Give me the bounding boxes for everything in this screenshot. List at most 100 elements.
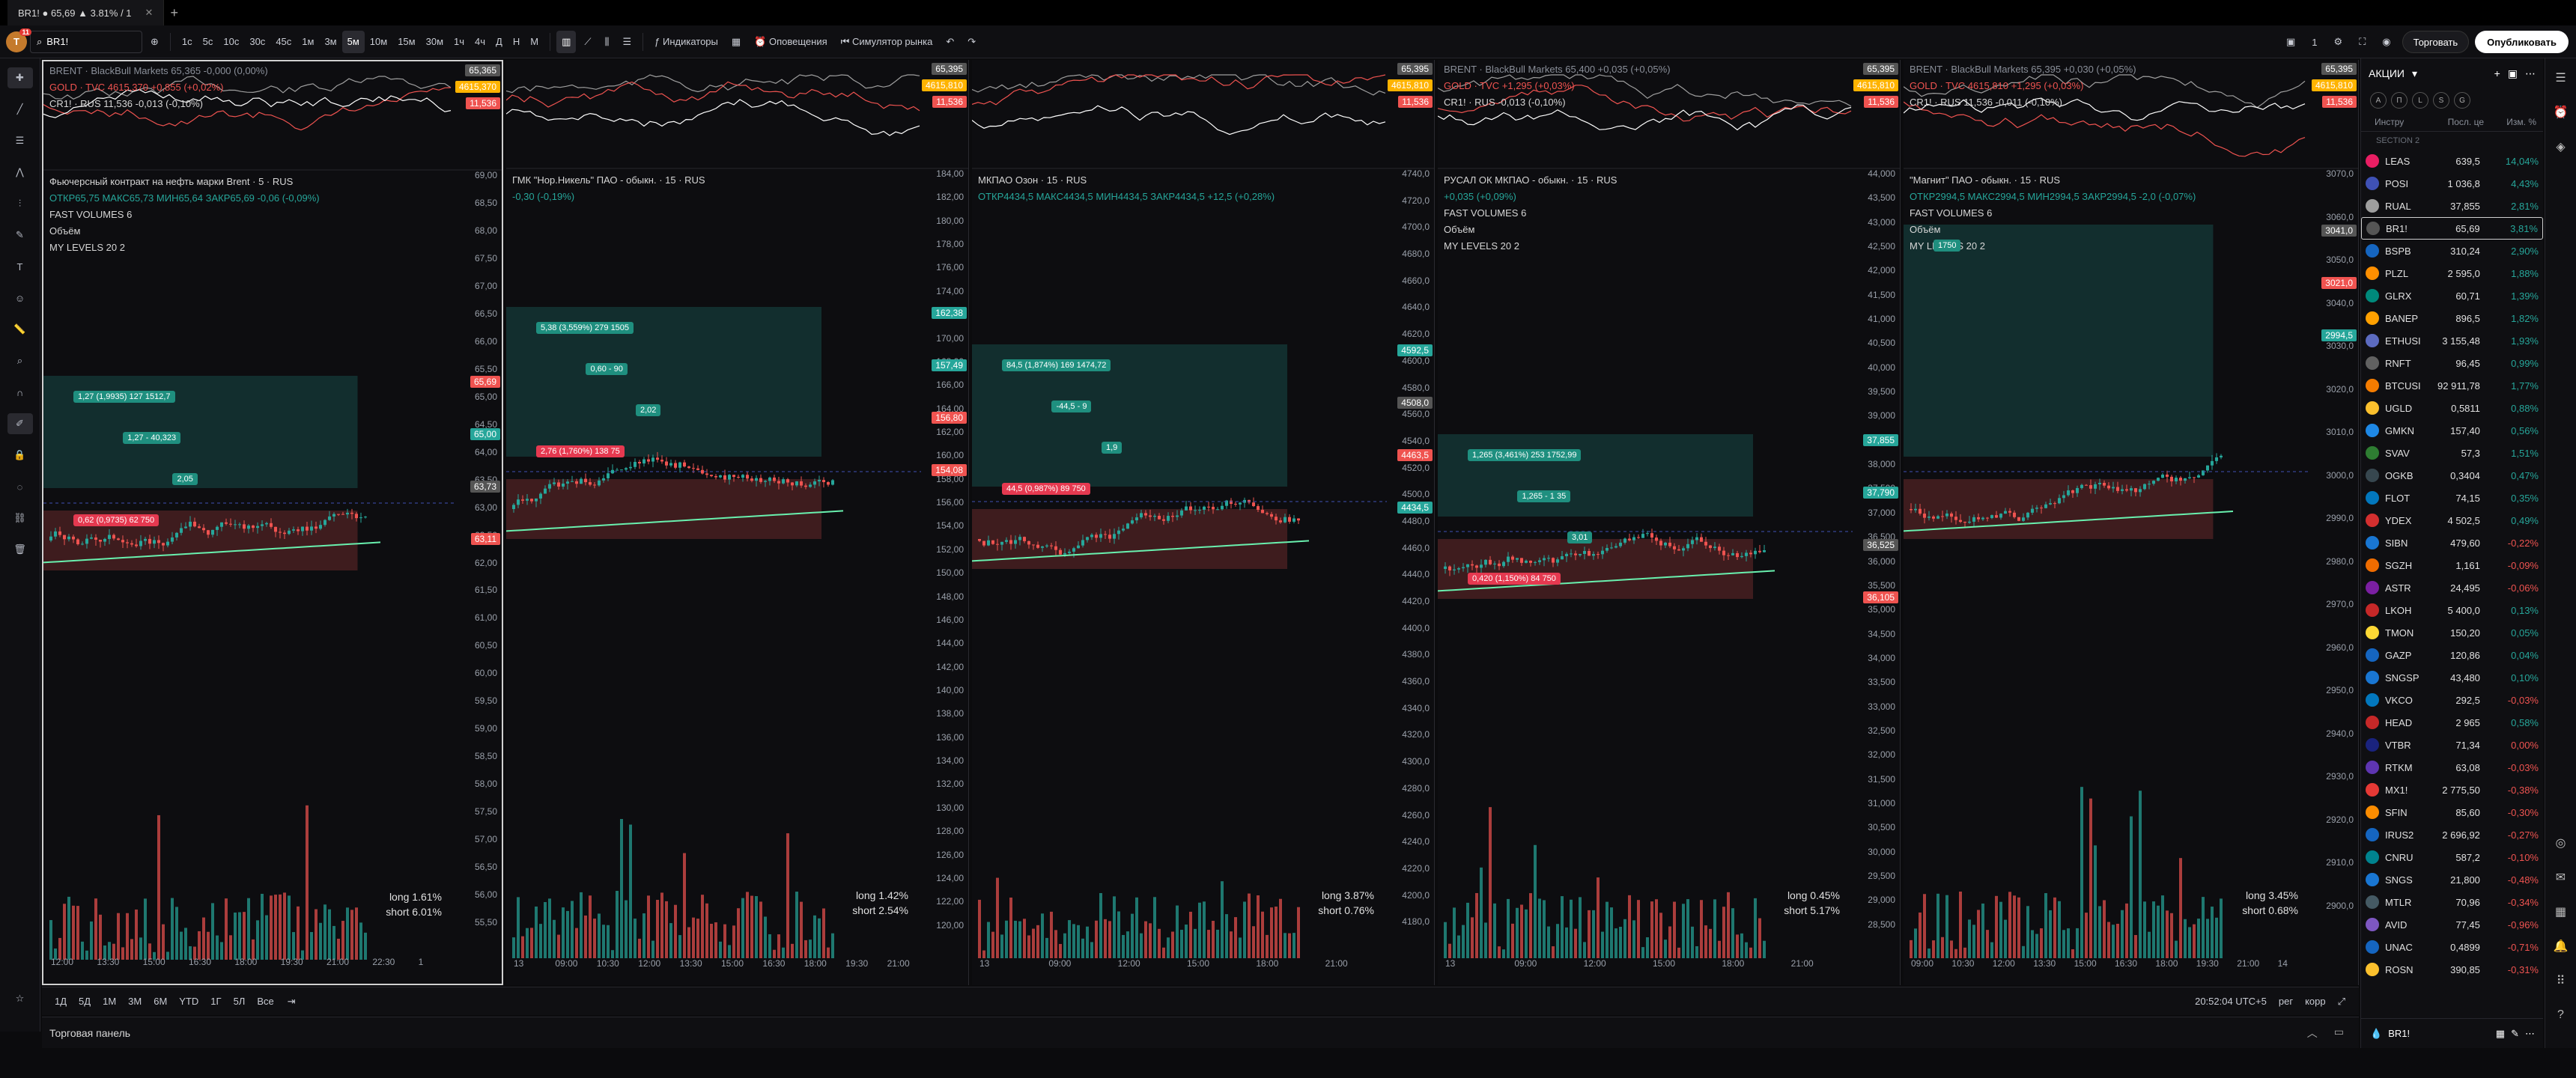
comparison-item[interactable]: BRENT · BlackBull Markets 65,400 +0,035 …	[1444, 61, 1671, 78]
crosshair-icon[interactable]: ✚	[7, 67, 33, 88]
undo-icon[interactable]: ↶	[941, 31, 959, 53]
session-toggle[interactable]: рег	[2279, 996, 2293, 1008]
watchlist-row[interactable]: SIBN 479,60 -0,22%	[2361, 532, 2543, 554]
col-last[interactable]: Посл. це	[2431, 117, 2484, 127]
position-tool-label[interactable]: 1,265 (3,461%) 253 1752,99	[1468, 449, 1582, 461]
help-icon[interactable]: ?	[2551, 1005, 2572, 1026]
watchlist-row[interactable]: AVID 77,45 -0,96%	[2361, 913, 2543, 936]
range-0[interactable]: 1Д	[49, 990, 72, 1013]
position-tool-label[interactable]: 1,27 (1,9935) 127 1512,7	[73, 391, 175, 403]
redo-icon[interactable]: ↷	[962, 31, 981, 53]
comparison-item[interactable]: CR1! · RUS -0,013 (-0,10%)	[1444, 94, 1671, 111]
trading-panel-label[interactable]: Торговая панель	[49, 1027, 130, 1039]
candles-icon[interactable]: ▥	[556, 30, 577, 53]
watchlist-row[interactable]: UGLD 0,5811 0,88%	[2361, 397, 2543, 419]
indicator-label[interactable]: Объём	[1444, 222, 1617, 238]
replay-button[interactable]: ⏮ Симулятор рынка	[836, 31, 938, 53]
alerts-button[interactable]: ⏰ Оповещения	[749, 31, 832, 53]
fib-icon[interactable]: ☰	[7, 130, 33, 151]
watchlist-row[interactable]: SFIN 85,60 -0,30%	[2361, 801, 2543, 823]
watchlist-icon[interactable]: ☰	[2551, 67, 2572, 88]
projection-icon[interactable]: ⫶	[7, 193, 33, 214]
interval-3[interactable]: 30с	[244, 31, 270, 53]
range-3[interactable]: 3М	[123, 990, 147, 1013]
magnet-icon[interactable]: ∩	[7, 382, 33, 403]
keep-drawing-icon[interactable]: ✐	[7, 413, 33, 434]
position-tool-label[interactable]: 3,01	[1567, 532, 1593, 543]
indicators-button[interactable]: ƒ Индикаторы	[649, 31, 723, 53]
interval-6[interactable]: 3м	[319, 31, 341, 53]
chart-pane-3[interactable]: МКПАО Озон · 15 · RUS ОТКР4434,5 МАКС4434…	[972, 60, 1435, 985]
range-6[interactable]: 1Г	[205, 990, 226, 1013]
templates-icon[interactable]: ☰	[617, 31, 637, 53]
interval-2[interactable]: 10с	[218, 31, 244, 53]
watchlist-row[interactable]: SNGS 21,800 -0,48%	[2361, 868, 2543, 891]
interval-8[interactable]: 10м	[365, 31, 392, 53]
chart-pane-2[interactable]: ГМК "Нор.Никель" ПАО - обыкн. · 15 · RUS…	[506, 60, 969, 985]
chat-icon[interactable]: ✉	[2551, 867, 2572, 888]
time-axis[interactable]: 13 09:00 10:30 12:00 13:30 15:00 16:30 18:00 19:…	[506, 955, 921, 972]
zoom-icon[interactable]: ⌕	[7, 350, 33, 371]
comparison-item[interactable]: BRENT · BlackBull Markets 65,365 -0,000 …	[49, 63, 268, 79]
watchlist-row[interactable]: MTLR 70,96 -0,34%	[2361, 891, 2543, 913]
chart-pane-4[interactable]: BRENT · BlackBull Markets 65,400 +0,035 …	[1438, 60, 1901, 985]
watchlist-row[interactable]: IRUS2 2 696,92 -0,27%	[2361, 823, 2543, 846]
trade-button[interactable]: Торговать	[2402, 31, 2470, 53]
price-axis[interactable]: 69,00 68,50 68,00 67,50 67,00 66,50 66,00 65,50…	[454, 170, 502, 945]
bell-icon[interactable]: 🔔	[2551, 936, 2572, 957]
watchlist-row[interactable]: RTKM 63,08 -0,03%	[2361, 756, 2543, 779]
camera-icon[interactable]: ◉	[2377, 31, 2396, 53]
watchlist-row[interactable]: BANEP 896,5 1,82%	[2361, 307, 2543, 329]
trendline-icon[interactable]: ╱	[7, 99, 33, 120]
chart-title[interactable]: Фьючерсный контракт на нефть марки Brent…	[49, 174, 320, 190]
watchlist-row[interactable]: RNFT 96,45 0,99%	[2361, 352, 2543, 374]
interval-1[interactable]: 5с	[198, 31, 219, 53]
chevron-down-icon[interactable]: ▾	[2412, 67, 2417, 80]
alarm-icon[interactable]: ⏰	[2551, 102, 2572, 123]
range-8[interactable]: Все	[252, 990, 279, 1013]
new-tab-button[interactable]: +	[170, 5, 178, 21]
target-icon[interactable]: ◎	[2551, 832, 2572, 853]
interval-7[interactable]: 5м	[341, 30, 365, 53]
comparison-item[interactable]: CR1! · RUS 11,536 -0,011 (-0,10%)	[1910, 94, 2136, 111]
position-tool-label[interactable]: 44,5 (0,987%) 89 750	[1002, 483, 1090, 495]
interval-9[interactable]: 15м	[392, 31, 420, 53]
watchlist-row[interactable]: VKCO 292,5 -0,03%	[2361, 689, 2543, 711]
watchlist-row[interactable]: LKOH 5 400,0 0,13%	[2361, 599, 2543, 621]
filter-1[interactable]: П	[2391, 92, 2408, 109]
watchlist-row[interactable]: UNAC 0,4899 -0,71%	[2361, 936, 2543, 958]
watchlist-row[interactable]: MX1! 2 775,50 -0,38%	[2361, 779, 2543, 801]
col-symbol[interactable]: Инстру	[2366, 117, 2431, 127]
footer-symbol[interactable]: BR1!	[2388, 1028, 2410, 1039]
chart-title[interactable]: РУСАЛ ОК МКПАО - обыкн. · 15 · RUS	[1444, 172, 1617, 189]
add-symbol-icon[interactable]: +	[2494, 67, 2500, 79]
position-tool-label[interactable]: 84,5 (1,874%) 169 1474,72	[1002, 359, 1111, 371]
time-axis[interactable]: 12:00 13:30 15:00 16:30 18:00 19:30 21:00 22:30…	[43, 954, 457, 970]
chevron-up-icon[interactable]: ︿	[2307, 1026, 2318, 1041]
more-icon[interactable]: ⋯	[2525, 67, 2536, 80]
brush-icon[interactable]: ✎	[7, 225, 33, 246]
watchlist-row[interactable]: GMKN 157,40 0,56%	[2361, 419, 2543, 442]
watchlist-row[interactable]: LEAS 639,5 14,04%	[2361, 150, 2543, 172]
col-change[interactable]: Изм. %	[2484, 117, 2536, 127]
filter-4[interactable]: G	[2454, 92, 2470, 109]
indicator-label[interactable]: Объём	[49, 223, 320, 240]
range-4[interactable]: 6М	[148, 990, 172, 1013]
watchlist-row[interactable]: FLOT 74,15 0,35%	[2361, 487, 2543, 509]
watchlist-row[interactable]: BR1! 65,69 3,81%	[2361, 217, 2543, 240]
maximize-icon[interactable]: ▭	[2334, 1026, 2344, 1041]
watchlist-row[interactable]: BSPB 310,24 2,90%	[2361, 240, 2543, 262]
interval-4[interactable]: 45с	[270, 31, 297, 53]
range-7[interactable]: 5Л	[228, 990, 251, 1013]
position-tool-label[interactable]: 0,62 (0,9735) 62 750	[73, 514, 160, 526]
text-icon[interactable]: T	[7, 256, 33, 277]
chart-title[interactable]: "Магнит" ПАО - обыкн. · 15 · RUS	[1910, 172, 2196, 189]
lock-icon[interactable]: 🔒	[7, 445, 33, 466]
position-tool-label[interactable]: 0,420 (1,150%) 84 750	[1468, 573, 1561, 585]
interval-0[interactable]: 1с	[177, 31, 198, 53]
range-5[interactable]: YTD	[174, 990, 204, 1013]
indicator-label[interactable]: MY LEVELS 20 2	[49, 240, 320, 256]
layout-count[interactable]: 1	[2306, 31, 2322, 53]
avatar[interactable]: T 11	[6, 28, 31, 52]
position-tool-label[interactable]: 2,02	[635, 404, 661, 416]
